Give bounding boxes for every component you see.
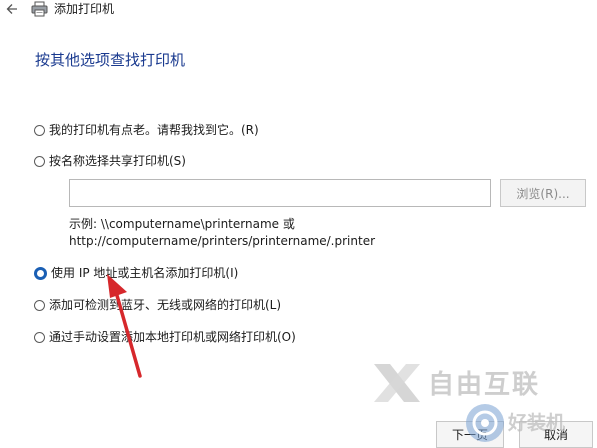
option-manual-settings[interactable]: 通过手动设置添加本地打印机或网络打印机(O) [34, 329, 296, 345]
radio-shared-by-name[interactable] [34, 155, 45, 167]
watermark-text-1: 自由互联 [428, 370, 541, 400]
title-bar: 添加打印机 [0, 0, 597, 20]
browse-button[interactable]: 浏览(R)... [500, 179, 586, 207]
back-button[interactable] [4, 1, 20, 17]
example-line-2: http://computername/printers/printername… [69, 234, 376, 248]
watermark-x-logo-icon [374, 364, 420, 402]
cancel-button[interactable]: 取消 [519, 421, 593, 448]
shared-printer-name-input[interactable] [69, 179, 491, 207]
option-old-printer-label: 我的打印机有点老。请帮我找到它。(R) [49, 123, 259, 137]
option-shared-by-name-label: 按名称选择共享打印机(S) [49, 154, 186, 168]
share-name-example: 示例: \\computername\printername 或 http://… [69, 216, 375, 250]
option-ip-address-label: 使用 IP 地址或主机名添加打印机(I) [51, 266, 239, 280]
option-old-printer[interactable]: 我的打印机有点老。请帮我找到它。(R) [34, 122, 259, 138]
radio-ip-address[interactable] [34, 266, 47, 280]
option-bluetooth-wireless-label: 添加可检测到蓝牙、无线或网络的打印机(L) [49, 298, 282, 312]
option-shared-by-name[interactable]: 按名称选择共享打印机(S) [34, 153, 186, 169]
radio-manual-settings[interactable] [34, 331, 45, 343]
printer-icon [31, 1, 48, 17]
page-heading: 按其他选项查找打印机 [35, 51, 186, 69]
radio-old-printer[interactable] [34, 124, 45, 136]
option-ip-address[interactable]: 使用 IP 地址或主机名添加打印机(I) [34, 265, 238, 281]
back-arrow-icon [6, 4, 17, 14]
radio-bluetooth-wireless[interactable] [34, 299, 45, 311]
example-line-1: 示例: \\computername\printername 或 [69, 217, 295, 231]
option-manual-settings-label: 通过手动设置添加本地打印机或网络打印机(O) [49, 330, 296, 344]
window-title: 添加打印机 [54, 2, 115, 16]
red-arrow-annotation [107, 274, 142, 378]
option-bluetooth-wireless[interactable]: 添加可检测到蓝牙、无线或网络的打印机(L) [34, 297, 281, 313]
next-button[interactable]: 下一页 [436, 421, 504, 448]
